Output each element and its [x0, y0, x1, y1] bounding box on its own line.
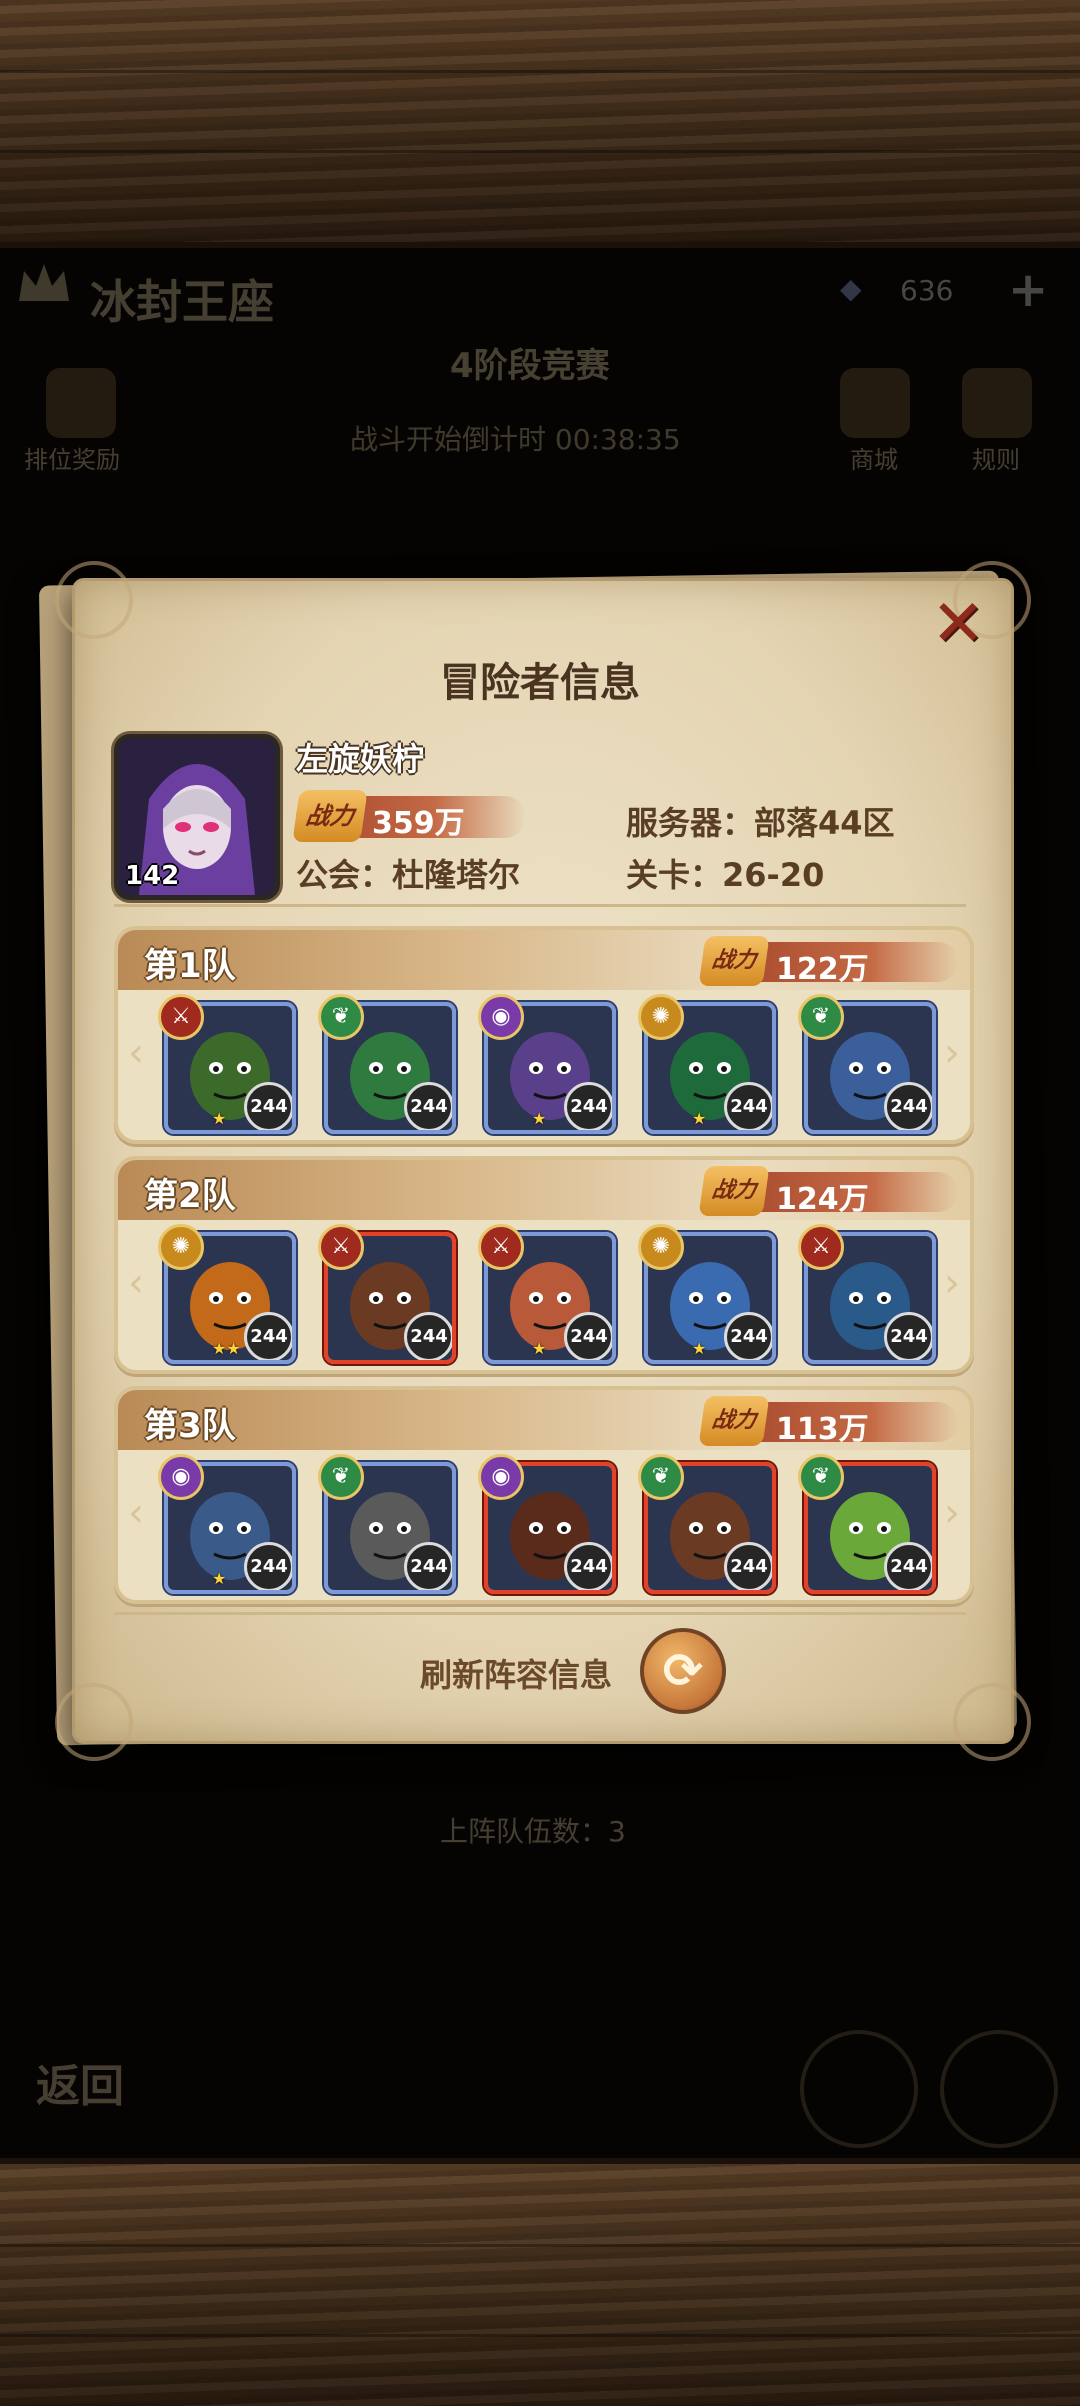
player-stage: 关卡：26-20	[626, 856, 825, 894]
leaf-crest-icon: ❦	[798, 1454, 844, 1500]
hero-level: 244	[404, 1082, 452, 1130]
chevron-left-icon: ‹	[128, 1260, 144, 1306]
wood-frame-top	[0, 0, 1080, 248]
power-tag: 战力	[292, 790, 368, 842]
chevron-left-icon: ‹	[128, 1030, 144, 1076]
refresh-button[interactable]: ⟳	[640, 1628, 726, 1714]
shop-label: 商城	[850, 446, 898, 474]
divider	[114, 904, 966, 907]
horde-crest-icon: ⚔	[798, 1224, 844, 1270]
hero-level: 244	[724, 1312, 772, 1360]
player-name: 左旋妖柠	[296, 740, 425, 778]
rank-reward-label: 排位奖励	[24, 446, 120, 474]
hero-level: 244	[404, 1312, 452, 1360]
panel-corner-ornament	[55, 1683, 133, 1761]
hero-level: 244	[884, 1312, 932, 1360]
team-label: 第3队	[144, 1406, 236, 1446]
team-count-label: 上阵队伍数：3	[440, 1815, 626, 1848]
eye-crest-icon: ◉	[478, 1454, 524, 1500]
hero-stars: ★	[532, 1109, 547, 1128]
team-power-tag: 战力	[698, 1166, 770, 1216]
leaf-crest-icon: ❦	[318, 994, 364, 1040]
hero-level: 244	[404, 1542, 452, 1590]
add-gem-button[interactable]: +	[1008, 262, 1048, 318]
team-power-tag: 战力	[698, 1396, 770, 1446]
background-title: 冰封王座	[90, 275, 274, 329]
close-button[interactable]: ✕	[930, 592, 986, 656]
rules-label: 规则	[972, 446, 1020, 474]
crown-icon	[19, 264, 69, 301]
hero-level: 244	[884, 1542, 932, 1590]
hero-level: 244	[244, 1312, 292, 1360]
team-power: 122万	[776, 952, 869, 987]
chevron-right-icon: ›	[944, 1030, 960, 1076]
team-label: 第1队	[144, 946, 236, 986]
sun-crest-icon: ✺	[158, 1224, 204, 1270]
player-power: 359万	[372, 806, 465, 841]
wood-frame-bottom	[0, 2158, 1080, 2406]
hero-stars: ★★	[212, 1339, 241, 1358]
chevron-right-icon: ›	[944, 1490, 960, 1536]
panel-title: 冒险者信息	[440, 660, 640, 706]
panel-corner-ornament	[953, 1683, 1031, 1761]
chevron-right-icon: ›	[944, 1260, 960, 1306]
horde-crest-icon: ⚔	[478, 1224, 524, 1270]
hero-level: 244	[244, 1082, 292, 1130]
background-round-button[interactable]	[800, 2030, 918, 2148]
hero-level: 244	[564, 1312, 612, 1360]
sun-crest-icon: ✺	[638, 994, 684, 1040]
panel-corner-ornament	[55, 561, 133, 639]
background-subtitle: 4阶段竞赛	[450, 346, 610, 386]
battle-timer: 战斗开始倒计时 00:38:35	[350, 423, 681, 456]
refresh-label: 刷新阵容信息	[420, 1656, 613, 1694]
hero-level: 244	[564, 1082, 612, 1130]
eye-crest-icon: ◉	[478, 994, 524, 1040]
team-card: 第3队 战力 113万 ‹ › ★ 244 ◉ 244 ❦ 244 ◉ 244 ❦ 244 ❦	[114, 1386, 974, 1604]
hero-level: 244	[724, 1542, 772, 1590]
leaf-crest-icon: ❦	[318, 1454, 364, 1500]
hero-level: 244	[244, 1542, 292, 1590]
horde-crest-icon: ⚔	[158, 994, 204, 1040]
background-round-button[interactable]	[940, 2030, 1058, 2148]
team-power: 124万	[776, 1182, 869, 1217]
team-power: 113万	[776, 1412, 869, 1447]
team-card: 第2队 战力 124万 ‹ › ★★ 244 ✺ 244 ⚔ ★ 244 ⚔ ★ 244 ✺ 244 ⚔	[114, 1156, 974, 1374]
player-avatar[interactable]: 142	[114, 734, 280, 900]
team-card: 第1队 战力 122万 ‹ › ★ 244 ⚔ 244 ❦ ★ 244 ◉ ★ 244 ✺ 244 ❦	[114, 926, 974, 1144]
team-label: 第2队	[144, 1176, 236, 1216]
leaf-crest-icon: ❦	[638, 1454, 684, 1500]
player-level: 142	[125, 861, 180, 891]
team-power-tag: 战力	[698, 936, 770, 986]
horde-crest-icon: ⚔	[318, 1224, 364, 1270]
leaf-crest-icon: ❦	[798, 994, 844, 1040]
hero-stars: ★	[532, 1339, 547, 1358]
hero-level: 244	[884, 1082, 932, 1130]
rank-reward-icon[interactable]	[46, 368, 116, 438]
player-guild: 公会：杜隆塔尔	[296, 856, 521, 894]
hero-level: 244	[564, 1542, 612, 1590]
hero-stars: ★	[212, 1109, 227, 1128]
hero-stars: ★	[692, 1109, 707, 1128]
rules-icon[interactable]	[962, 368, 1032, 438]
gem-icon: ◆	[840, 272, 862, 305]
chevron-left-icon: ‹	[128, 1490, 144, 1536]
hero-level: 244	[724, 1082, 772, 1130]
player-server: 服务器：部落44区	[626, 804, 895, 842]
shop-icon[interactable]	[840, 368, 910, 438]
eye-crest-icon: ◉	[158, 1454, 204, 1500]
divider	[114, 1612, 966, 1615]
hero-stars: ★	[692, 1339, 707, 1358]
sun-crest-icon: ✺	[638, 1224, 684, 1270]
gem-count: 636	[900, 274, 954, 307]
refresh-icon: ⟳	[662, 1643, 704, 1699]
back-button[interactable]: 返回	[36, 2050, 124, 2114]
hero-stars: ★	[212, 1569, 227, 1588]
